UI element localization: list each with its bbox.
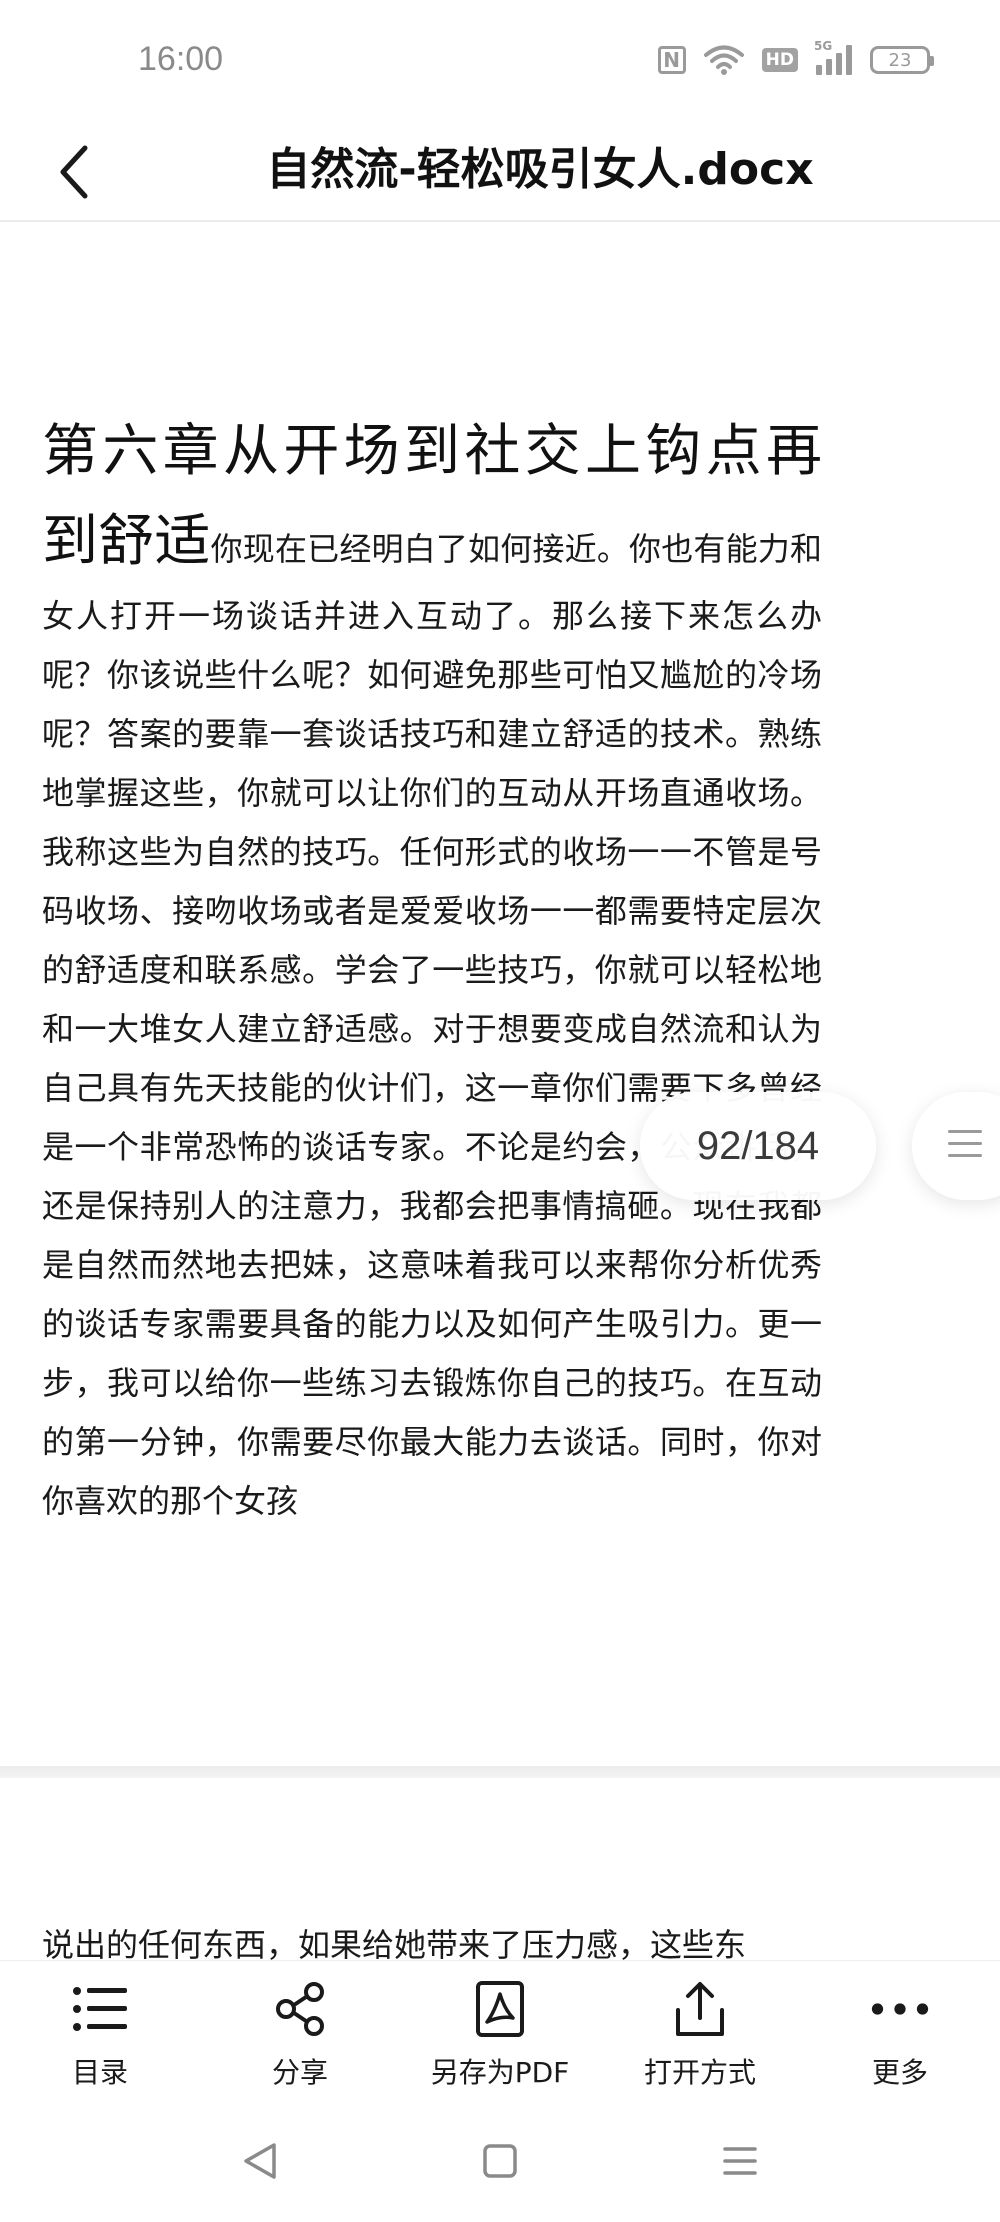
nav-back-button[interactable] [230,2131,290,2191]
pdf-icon [470,1979,530,2039]
wifi-icon [703,45,744,75]
back-triangle-icon [244,2143,276,2179]
page-title: 自然流-轻松吸引女人.docx [266,144,814,195]
more-button[interactable]: 更多 [800,1961,1000,2096]
toc-button[interactable]: 目录 [0,1961,200,2096]
page-divider [0,1766,1000,1778]
menu-lines-icon [948,1130,982,1166]
nfc-icon: N [657,46,686,74]
status-bar: 16:00 N HD 5G 23 [0,0,1000,125]
more-icon [870,1979,930,2039]
hd-badge: HD [761,48,798,72]
toc-label: 目录 [71,2056,128,2089]
nav-recents-button[interactable] [710,2131,770,2191]
document-page: 说出的任何东西，如果给她带来了压力感，这些东 [0,1778,1000,1960]
signal-icon: 5G [814,39,852,75]
share-label: 分享 [271,2056,328,2089]
open-with-label: 打开方式 [643,2056,756,2089]
nav-home-button[interactable] [470,2131,530,2191]
open-with-button[interactable]: 打开方式 [600,1961,800,2096]
title-bar: 自然流-轻松吸引女人.docx [0,125,1000,222]
battery-icon: 23 [870,46,934,74]
document-page: 第六章从开场到社交上钩点再到舒适你现在已经明白了如何接近。你也有能力和女人打开一… [0,222,1000,1766]
page-text: 第六章从开场到社交上钩点再到舒适你现在已经明白了如何接近。你也有能力和女人打开一… [42,407,822,1531]
home-square-icon [483,2144,517,2178]
document-viewer[interactable]: 第六章从开场到社交上钩点再到舒适你现在已经明白了如何接近。你也有能力和女人打开一… [0,222,1000,1960]
page-text: 说出的任何东西，如果给她带来了压力感，这些东 [42,1916,822,1960]
status-time: 16:00 [138,40,224,78]
status-icons: N HD 5G 23 [657,39,934,76]
system-navigation-bar [0,2095,1000,2222]
chevron-left-icon [60,145,88,199]
bottom-toolbar: 目录 分享 另存为PDF 打开方式 更多 [0,1960,1000,2096]
network-type-label: 5G [814,39,833,53]
battery-level: 23 [888,49,912,71]
share-button[interactable]: 分享 [200,1961,400,2096]
body-text: 你现在已经明白了如何接近。你也有能力和女人打开一场谈话并进入互动了。那么接下来怎… [42,530,822,1520]
page-number-indicator[interactable]: 92/184 [640,1092,876,1200]
list-icon [70,1979,130,2039]
upload-icon [670,1979,730,2039]
share-icon [270,1979,330,2039]
back-button[interactable] [40,137,110,207]
more-label: 更多 [871,2056,928,2089]
save-as-pdf-label: 另存为PDF [430,2056,570,2089]
save-as-pdf-button[interactable]: 另存为PDF [400,1961,600,2096]
body-text: 说出的任何东西，如果给她带来了压力感，这些东 [42,1926,747,1960]
menu-lines-icon [723,2147,757,2175]
